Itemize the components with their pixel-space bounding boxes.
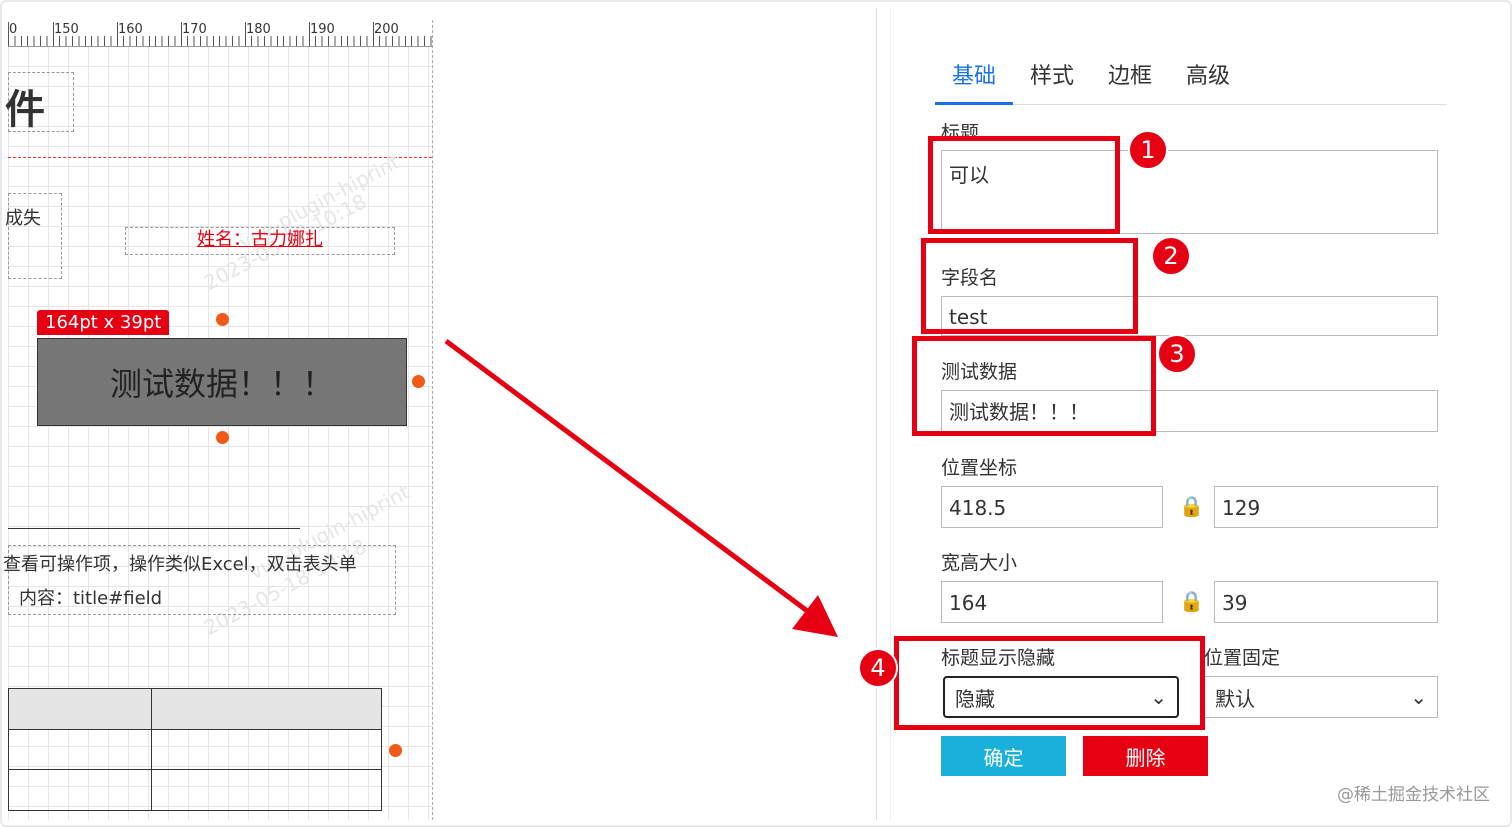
- tab-basic[interactable]: 基础: [935, 60, 1014, 105]
- annotation-box: [921, 238, 1138, 334]
- width-input[interactable]: 164: [941, 581, 1163, 623]
- name-text-element[interactable]: 姓名：古力娜扎: [125, 227, 395, 255]
- page-break-line: [8, 157, 432, 158]
- annotation-box: [912, 336, 1156, 436]
- description-line: 查看可操作项，操作类似Excel，双击表头单: [3, 554, 357, 575]
- position-x-input[interactable]: 418.5: [941, 486, 1163, 528]
- title-text-element[interactable]: 件: [5, 72, 74, 133]
- position-fixed-label: 位置固定: [1204, 647, 1281, 669]
- table-column-separator: [151, 689, 152, 810]
- selected-text-element[interactable]: 测试数据！！！: [37, 338, 407, 426]
- horizontal-line-element[interactable]: [8, 528, 300, 529]
- text-element-left[interactable]: 成失: [5, 193, 62, 279]
- position-label: 位置坐标: [941, 457, 1018, 479]
- title-fragment: 件: [5, 87, 45, 133]
- panel-divider: [876, 8, 877, 820]
- position-fixed-select[interactable]: 默认 ⌄: [1204, 676, 1438, 718]
- resize-handle-top[interactable]: [216, 313, 229, 326]
- position-y-input[interactable]: 129: [1214, 486, 1438, 528]
- size-badge: 164pt x 39pt: [37, 310, 170, 335]
- ruler-label: 150: [54, 22, 79, 37]
- resize-handle-right[interactable]: [412, 375, 425, 388]
- annotation-badge: 2: [1151, 236, 1191, 276]
- height-input[interactable]: 39: [1214, 581, 1438, 623]
- selected-text: 测试数据！！！: [109, 365, 334, 403]
- ruler-label: 180: [246, 22, 271, 37]
- annotation-badge: 1: [1128, 130, 1168, 170]
- tab-style[interactable]: 样式: [1013, 60, 1091, 102]
- name-text: 姓名：古力娜扎: [197, 229, 323, 250]
- table-row: [9, 769, 381, 770]
- tab-advanced[interactable]: 高级: [1169, 60, 1247, 102]
- size-label: 宽高大小: [941, 552, 1018, 574]
- table-element[interactable]: [8, 688, 382, 811]
- tab-border[interactable]: 边框: [1091, 60, 1169, 102]
- tab-bar: 基础 样式 边框 高级: [935, 60, 1447, 105]
- chevron-down-icon: ⌄: [1410, 685, 1427, 709]
- confirm-button[interactable]: 确定: [941, 736, 1066, 776]
- position-fixed-value: 默认: [1215, 686, 1255, 711]
- footer-watermark: @稀土掘金技术社区: [1337, 785, 1490, 805]
- description-line: 内容：title#field: [19, 588, 163, 609]
- table-header-row: [9, 689, 381, 730]
- annotation-badge: 3: [1157, 334, 1197, 374]
- panel-divider: [890, 8, 891, 820]
- ruler-label: 200: [374, 22, 399, 37]
- annotation-badge: 4: [858, 648, 898, 688]
- left-fragment: 成失: [5, 208, 41, 229]
- horizontal-ruler: 0 150 160 170 180 190 200: [8, 20, 432, 47]
- resize-handle-bottom[interactable]: [216, 431, 229, 444]
- lock-icon[interactable]: 🔒: [1179, 589, 1204, 613]
- delete-button[interactable]: 删除: [1083, 736, 1208, 776]
- ruler-label: 170: [182, 22, 207, 37]
- annotation-box: [928, 136, 1120, 234]
- ruler-label: 0: [9, 22, 18, 37]
- ruler-label: 190: [310, 22, 335, 37]
- ruler-label: 160: [118, 22, 143, 37]
- arrow-icon: [444, 338, 838, 637]
- annotation-box: [894, 636, 1205, 730]
- ruler-ticks: [8, 36, 432, 46]
- page-boundary-guide: [432, 20, 433, 820]
- description-text-element[interactable]: 查看可操作项，操作类似Excel，双击表头单 内容：title#field: [3, 545, 396, 615]
- lock-icon[interactable]: 🔒: [1179, 494, 1204, 518]
- resize-handle-table[interactable]: [389, 744, 402, 757]
